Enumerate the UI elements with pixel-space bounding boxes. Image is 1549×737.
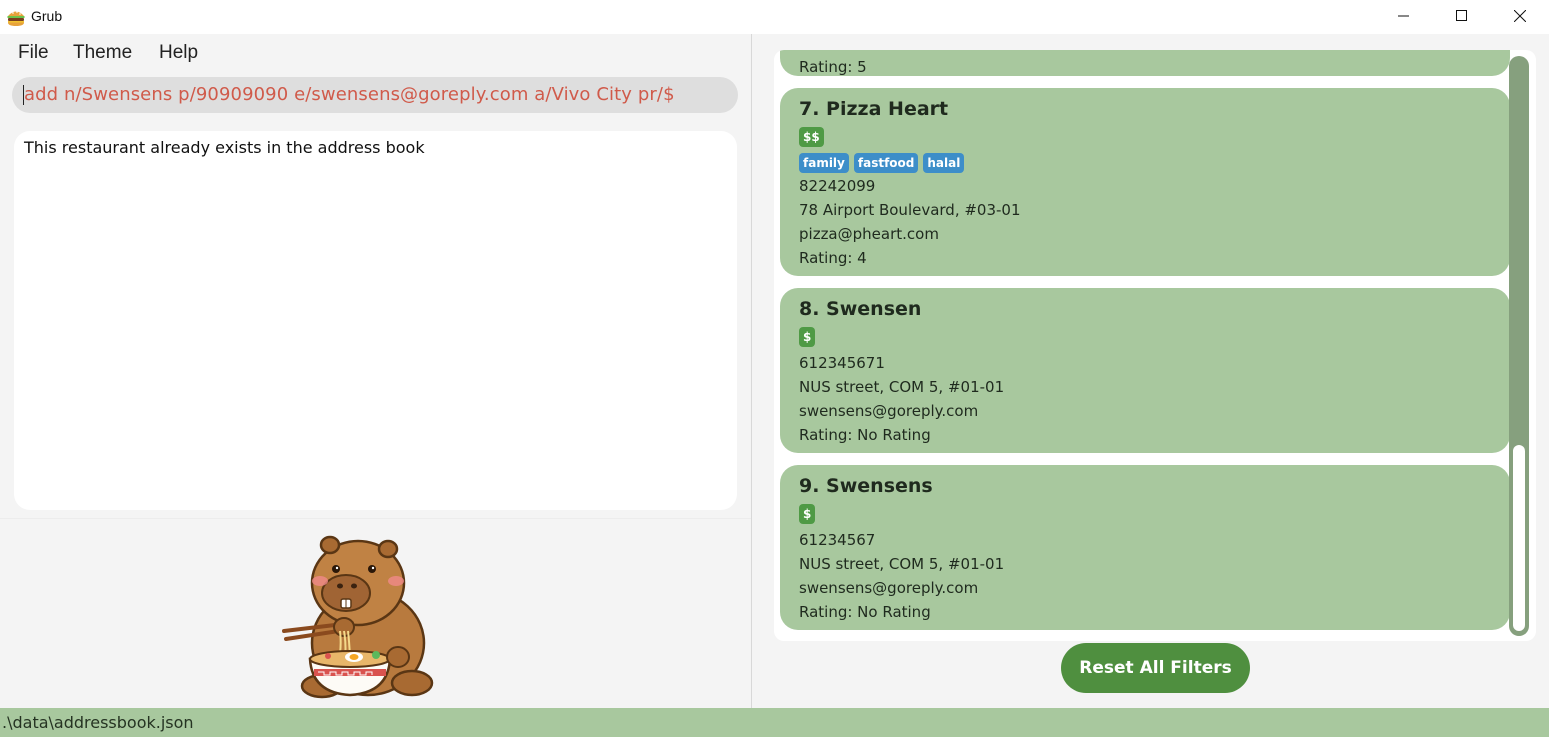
app-window: Grub File Theme Help add n/Swensens p/90… xyxy=(0,0,1549,737)
price-badge: $$ xyxy=(799,127,824,147)
result-message: This restaurant already exists in the ad… xyxy=(24,138,425,157)
tag: family xyxy=(799,153,849,173)
menu-help[interactable]: Help xyxy=(159,42,198,64)
scrollbar[interactable] xyxy=(1509,56,1529,636)
restaurant-rating: Rating: 5 xyxy=(799,58,867,76)
restaurant-phone: 612345671 xyxy=(799,354,885,372)
tag-list: family fastfood halal xyxy=(799,153,965,173)
restaurant-list[interactable]: Rating: 5 7. Pizza Heart $$ family fastf… xyxy=(774,50,1536,641)
restaurant-card[interactable]: 9. Swensens $ 61234567 NUS street, COM 5… xyxy=(780,465,1510,630)
restaurant-card[interactable]: 7. Pizza Heart $$ family fastfood halal … xyxy=(780,88,1510,276)
restaurant-email: swensens@goreply.com xyxy=(799,579,979,597)
title-bar: Grub xyxy=(0,0,1549,34)
restaurant-address: NUS street, COM 5, #01-01 xyxy=(799,555,1005,573)
price-badge: $ xyxy=(799,327,816,347)
price-badge: $ xyxy=(799,504,816,524)
divider xyxy=(0,518,751,519)
command-input[interactable]: add n/Swensens p/90909090 e/swensens@gor… xyxy=(12,77,738,113)
tag: fastfood xyxy=(853,153,919,173)
restaurant-email: swensens@goreply.com xyxy=(799,402,979,420)
close-button[interactable] xyxy=(1491,0,1549,32)
minimize-button[interactable] xyxy=(1375,0,1433,32)
restaurant-name: 9. Swensens xyxy=(799,475,933,497)
capybara-ramen-mascot xyxy=(282,535,434,699)
close-icon xyxy=(1514,10,1526,22)
maximize-icon xyxy=(1456,10,1467,21)
reset-filters-button[interactable]: Reset All Filters xyxy=(1061,643,1250,693)
left-pane: File Theme Help add n/Swensens p/9090909… xyxy=(0,34,751,708)
right-pane: Rating: 5 7. Pizza Heart $$ family fastf… xyxy=(752,34,1549,708)
command-input-value: add n/Swensens p/90909090 e/swensens@gor… xyxy=(24,84,675,105)
restaurant-card[interactable]: 8. Swensen $ 612345671 NUS street, COM 5… xyxy=(780,288,1510,453)
restaurant-phone: 82242099 xyxy=(799,177,876,195)
restaurant-address: 78 Airport Boulevard, #03-01 xyxy=(799,201,1021,219)
status-bar: .\data\addressbook.json xyxy=(0,708,1549,737)
minimize-icon xyxy=(1398,15,1409,17)
scrollbar-thumb[interactable] xyxy=(1513,445,1525,631)
restaurant-rating: Rating: No Rating xyxy=(799,603,931,621)
maximize-button[interactable] xyxy=(1433,0,1491,32)
restaurant-name: 7. Pizza Heart xyxy=(799,98,949,120)
tag: halal xyxy=(923,153,965,173)
restaurant-email: pizza@pheart.com xyxy=(799,225,939,243)
menu-bar: File Theme Help xyxy=(0,34,751,72)
restaurant-address: NUS street, COM 5, #01-01 xyxy=(799,378,1005,396)
burger-icon xyxy=(7,11,25,26)
save-file-path: .\data\addressbook.json xyxy=(2,713,194,732)
menu-file[interactable]: File xyxy=(18,42,49,64)
restaurant-phone: 61234567 xyxy=(799,531,876,549)
menu-theme[interactable]: Theme xyxy=(73,42,132,64)
result-display: This restaurant already exists in the ad… xyxy=(14,131,737,510)
restaurant-name: 8. Swensen xyxy=(799,298,922,320)
restaurant-rating: Rating: 4 xyxy=(799,249,867,267)
restaurant-rating: Rating: No Rating xyxy=(799,426,931,444)
window-title: Grub xyxy=(31,8,63,24)
restaurant-card[interactable]: Rating: 5 xyxy=(780,50,1510,76)
